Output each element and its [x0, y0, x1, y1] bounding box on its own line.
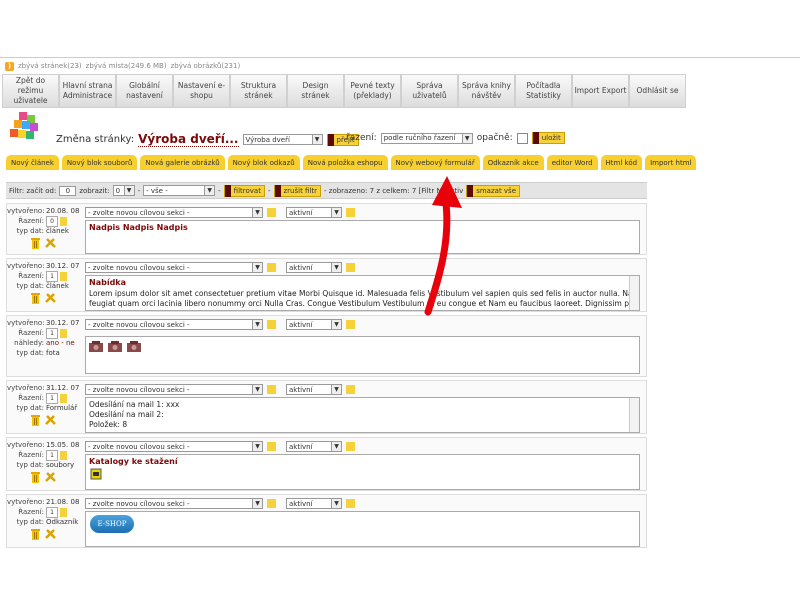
annotation-arrow-overlay	[424, 176, 462, 316]
red-arrow-shaft	[424, 192, 451, 316]
red-arrow-head	[432, 176, 462, 208]
